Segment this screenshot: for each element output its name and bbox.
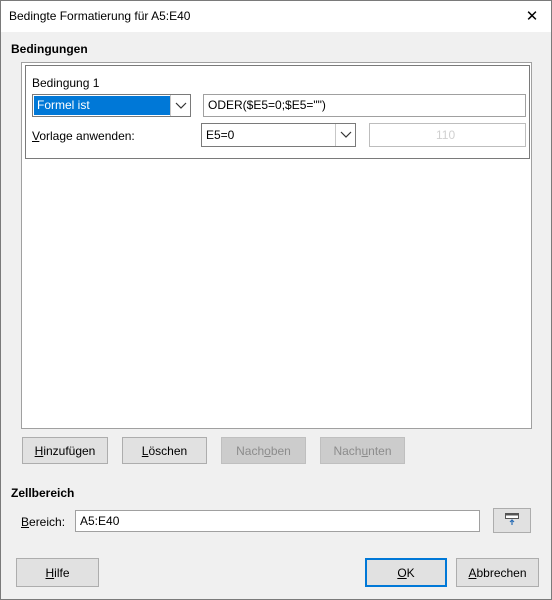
shrink-dialog-button[interactable] <box>493 508 531 533</box>
delete-button[interactable]: Löschen <box>122 437 207 464</box>
ok-button[interactable]: OK <box>365 558 447 587</box>
conditional-formatting-dialog: Bedingte Formatierung für A5:E40 ✕ Bedin… <box>0 0 552 600</box>
chevron-down-icon[interactable] <box>335 124 355 146</box>
window-title: Bedingte Formatierung für A5:E40 <box>9 9 191 23</box>
condition-title: Bedingung 1 <box>32 76 100 90</box>
move-down-button[interactable]: Nach u nten <box>320 437 405 464</box>
style-preview: 110 <box>369 123 526 147</box>
range-label: Bereich: <box>21 515 66 529</box>
shrink-icon <box>504 512 520 529</box>
condition-type-select[interactable]: Formel ist <box>32 94 191 117</box>
style-select[interactable]: E5=0 <box>201 123 356 147</box>
cell-range-section-title: Zellbereich <box>11 486 75 500</box>
conditions-section-title: Bedingungen <box>11 42 88 56</box>
condition-type-value: Formel ist <box>34 96 171 115</box>
conditions-list[interactable]: Bedingung 1 Formel ist ODER($E5=0;$E5=""… <box>21 62 532 429</box>
move-up-button[interactable]: Nach o ben <box>221 437 306 464</box>
range-input[interactable]: A5:E40 <box>75 510 480 532</box>
cancel-button[interactable]: Abbrechen <box>456 558 539 587</box>
help-button[interactable]: Hilfe <box>16 558 99 587</box>
style-preview-text: 110 <box>436 128 456 142</box>
chevron-down-icon[interactable] <box>170 95 190 116</box>
close-icon[interactable]: ✕ <box>521 6 543 26</box>
title-bar: Bedingte Formatierung für A5:E40 ✕ <box>1 1 551 32</box>
apply-style-label: Vorlage anwenden: <box>32 129 135 143</box>
condition-entry[interactable]: Bedingung 1 Formel ist ODER($E5=0;$E5=""… <box>25 65 530 159</box>
add-button[interactable]: Hinzufügen <box>22 437 108 464</box>
style-select-value: E5=0 <box>206 128 235 142</box>
formula-input[interactable]: ODER($E5=0;$E5="") <box>203 94 526 117</box>
